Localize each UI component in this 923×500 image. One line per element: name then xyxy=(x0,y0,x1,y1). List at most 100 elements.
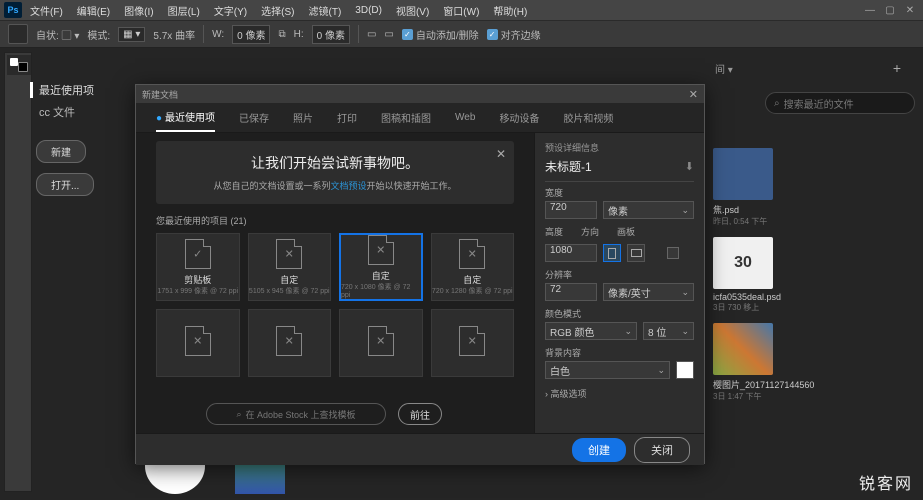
dialog-close-icon[interactable]: ✕ xyxy=(689,88,698,101)
preset-custom[interactable] xyxy=(339,309,423,377)
search-icon: ⌕ xyxy=(236,409,241,420)
tab-mobile[interactable]: 移动设备 xyxy=(499,104,539,131)
bg-color-swatch[interactable] xyxy=(676,361,694,379)
align-icon-2[interactable]: ▭ xyxy=(384,29,393,40)
preset-custom[interactable] xyxy=(156,309,240,377)
promo-close-icon[interactable]: ✕ xyxy=(496,147,506,161)
color-mode-select[interactable]: RGB 颜色 xyxy=(545,322,637,340)
bg-content-select[interactable]: 白色 xyxy=(545,361,670,379)
w-value[interactable]: 0 像素 xyxy=(232,25,270,44)
curve-label: 5.7x 曲率 xyxy=(153,27,195,42)
preset-custom[interactable]: 自定 5105 x 945 像素 @ 72 ppi xyxy=(248,233,332,301)
tools-panel xyxy=(4,52,32,492)
menu-file[interactable]: 文件(F) xyxy=(24,1,69,20)
preset-dim: 720 x 1080 像素 @ 72 ppi xyxy=(341,282,421,299)
promo-title: 让我们开始尝试新事物吧。 xyxy=(172,153,498,173)
open-button[interactable]: 打开... xyxy=(36,173,94,196)
document-icon xyxy=(459,326,485,356)
tab-print[interactable]: 打印 xyxy=(337,104,357,131)
bit-depth-select[interactable]: 8 位 xyxy=(643,322,694,340)
menu-select[interactable]: 选择(S) xyxy=(255,1,300,20)
menu-help[interactable]: 帮助(H) xyxy=(487,1,533,20)
artboard-checkbox[interactable] xyxy=(667,247,679,259)
window-minimize[interactable]: — xyxy=(861,3,879,17)
document-icon xyxy=(276,326,302,356)
menu-filter[interactable]: 滤镜(T) xyxy=(303,1,348,20)
tab-web[interactable]: Web xyxy=(455,106,475,129)
file-item[interactable]: 焦.psd 昨日, 0:54 下午 xyxy=(713,148,893,227)
h-label: H: xyxy=(294,29,304,40)
promo-subtitle: 从您自己的文档设置或一系列文档预设开始以快速开始工作。 xyxy=(172,179,498,192)
mode-value[interactable]: ▦ ▾ xyxy=(118,27,145,42)
add-icon[interactable]: + xyxy=(893,60,901,76)
document-icon xyxy=(368,235,394,265)
mode-label: 模式: xyxy=(87,27,110,42)
tab-photo[interactable]: 照片 xyxy=(293,104,313,131)
preset-custom-selected[interactable]: 自定 720 x 1080 像素 @ 72 ppi xyxy=(339,233,423,301)
adobe-stock-label: 在 Adobe Stock 上查找模板 xyxy=(246,408,356,421)
orientation-landscape[interactable] xyxy=(627,244,645,262)
promo-link[interactable]: 文档预设 xyxy=(330,181,366,191)
sidebar-cc-files[interactable]: cc 文件 xyxy=(30,104,130,120)
file-meta: 3日 1:47 下午 xyxy=(713,391,893,402)
menu-3d[interactable]: 3D(D) xyxy=(349,3,388,18)
file-item[interactable]: 30 icfa0535deal.psd 3日 730 移上 xyxy=(713,237,893,313)
tab-art[interactable]: 图稿和插图 xyxy=(381,104,431,131)
dialog-button-row: 创建 关闭 xyxy=(136,433,704,465)
h-value[interactable]: 0 像素 xyxy=(312,25,350,44)
save-preset-icon[interactable]: ⬇ xyxy=(685,160,694,173)
document-title[interactable]: 未标题-1 xyxy=(545,158,592,175)
resolution-label: 分辨率 xyxy=(545,268,694,281)
adobe-stock-search[interactable]: ⌕ 在 Adobe Stock 上查找模板 xyxy=(206,403,386,425)
tab-saved[interactable]: 已保存 xyxy=(239,104,269,131)
separator xyxy=(203,25,204,43)
menu-window[interactable]: 窗口(W) xyxy=(437,1,485,20)
check-icon: ✓ xyxy=(402,29,413,40)
preset-custom[interactable] xyxy=(248,309,332,377)
constrain-checkbox[interactable]: ✓ 对齐边缘 xyxy=(487,27,541,42)
orientation-portrait[interactable] xyxy=(603,244,621,262)
preset-custom[interactable] xyxy=(431,309,515,377)
menu-edit[interactable]: 编辑(E) xyxy=(71,1,116,20)
new-document-dialog: 新建文档 ✕ ●最近使用项 已保存 照片 打印 图稿和插图 Web 移动设备 胶… xyxy=(135,84,705,464)
color-swatches[interactable] xyxy=(7,55,31,75)
w-label: W: xyxy=(212,29,224,40)
close-button[interactable]: 关闭 xyxy=(634,437,690,463)
orient-label: 方向 xyxy=(581,225,599,238)
menu-view[interactable]: 视图(V) xyxy=(390,1,435,20)
file-name: 焦.psd xyxy=(713,203,893,216)
resolution-unit-select[interactable]: 像素/英寸 xyxy=(603,283,694,301)
file-thumb xyxy=(713,323,773,375)
file-item[interactable]: 樱图片_20171127144560 3日 1:47 下午 xyxy=(713,323,893,402)
search-placeholder: 搜索最近的文件 xyxy=(784,96,854,111)
window-maximize[interactable]: ▢ xyxy=(881,3,899,17)
dialog-titlebar: 新建文档 ✕ xyxy=(136,85,704,103)
width-unit-select[interactable]: 像素 xyxy=(603,201,694,219)
menu-bar: Ps 文件(F) 编辑(E) 图像(I) 图层(L) 文字(Y) 选择(S) 滤… xyxy=(0,0,923,20)
preset-clipboard[interactable]: 剪贴板 1751 x 999 像素 @ 72 ppi xyxy=(156,233,240,301)
tab-film[interactable]: 胶片和视频 xyxy=(563,104,613,131)
menu-image[interactable]: 图像(I) xyxy=(118,1,159,20)
tab-recent[interactable]: ●最近使用项 xyxy=(156,103,215,132)
search-input[interactable]: ⌕ 搜索最近的文件 xyxy=(765,92,915,114)
link-icon[interactable]: ⧉ xyxy=(278,29,285,40)
height-input[interactable]: 1080 xyxy=(545,244,597,262)
width-input[interactable]: 720 xyxy=(545,201,597,219)
preset-custom[interactable]: 自定 720 x 1280 像素 @ 72 ppi xyxy=(431,233,515,301)
window-close[interactable]: ✕ xyxy=(901,3,919,17)
align-icon[interactable]: ▭ xyxy=(367,29,376,40)
advanced-options-toggle[interactable]: 高级选项 xyxy=(545,387,694,400)
auto-add-checkbox[interactable]: ✓ 自动添加/删除 xyxy=(402,27,479,42)
options-bar: 自状: ▢ ▾ 模式: ▦ ▾ 5.7x 曲率 W: 0 像素 ⧉ H: 0 像… xyxy=(0,20,923,48)
recent-files-column: 焦.psd 昨日, 0:54 下午 30 icfa0535deal.psd 3日… xyxy=(713,148,893,412)
create-button[interactable]: 创建 xyxy=(572,438,626,462)
menu-layer[interactable]: 图层(L) xyxy=(162,1,206,20)
menu-type[interactable]: 文字(Y) xyxy=(208,1,253,20)
sidebar-recent[interactable]: 最近使用项 xyxy=(30,82,130,98)
main-workspace: 最近使用项 cc 文件 新建 打开... 间 ▾ + ⌕ 搜索最近的文件 焦.p… xyxy=(0,48,923,500)
go-button[interactable]: 前往 xyxy=(398,403,442,425)
resolution-input[interactable]: 72 xyxy=(545,283,597,301)
tool-preset-picker[interactable] xyxy=(8,24,28,44)
preset-dim: 5105 x 945 像素 @ 72 ppi xyxy=(249,286,330,296)
new-button[interactable]: 新建 xyxy=(36,140,86,163)
